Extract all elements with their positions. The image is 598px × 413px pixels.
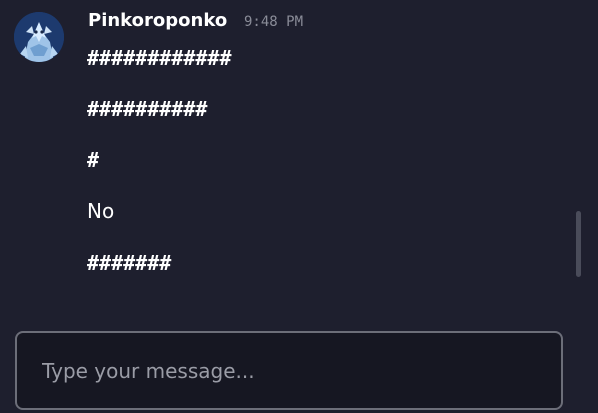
message-line-3: # [87, 148, 100, 172]
message-line-4: No [87, 199, 115, 223]
user-avatar[interactable] [14, 12, 64, 62]
message-line-2: ########## [87, 97, 208, 121]
message-timestamp: 9:48 PM [244, 14, 304, 30]
message-line-5: ####### [87, 251, 172, 275]
message-composer [15, 331, 563, 410]
avatar-icon [14, 12, 64, 62]
chat-scrollbar[interactable] [576, 211, 581, 277]
message-input[interactable] [42, 353, 532, 389]
chat-panel: Pinkoroponko 9:48 PM ############ ######… [0, 0, 598, 413]
message-author[interactable]: Pinkoroponko [88, 10, 227, 31]
message-line-1: ############ [87, 46, 232, 70]
